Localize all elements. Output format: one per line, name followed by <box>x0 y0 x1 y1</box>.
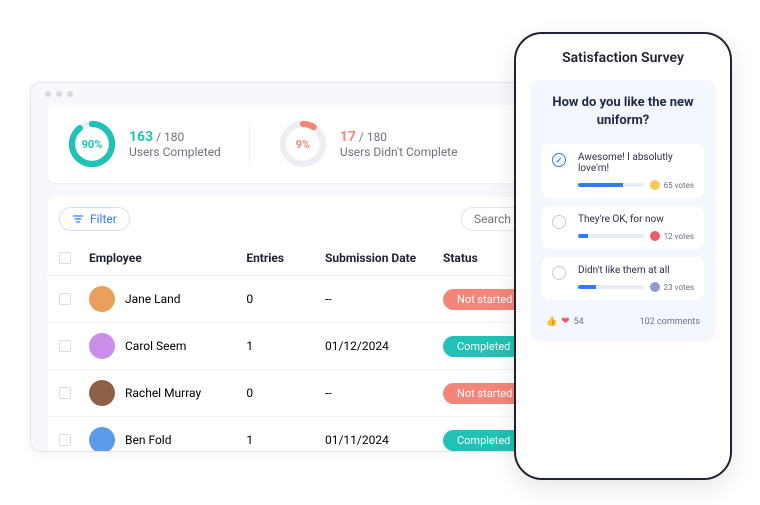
select-all-checkbox[interactable] <box>59 252 71 264</box>
row-checkbox[interactable] <box>59 293 71 305</box>
vote-count: 23 votes <box>664 283 694 292</box>
stat-text: 163 / 180 Users Completed <box>129 129 221 159</box>
window-dot <box>56 91 62 97</box>
avatar <box>89 333 115 359</box>
stat-count: 163 <box>129 129 153 145</box>
thumbs-up-icon: 👍 <box>546 317 557 327</box>
table-header: Employee Entries Submission Date Status <box>47 241 573 276</box>
stat-label: Users Completed <box>129 145 221 159</box>
vote-avatar-icon <box>650 231 660 241</box>
row-checkbox[interactable] <box>59 434 71 446</box>
entries-cell: 1 <box>246 433 325 447</box>
vote-count: 65 votes <box>664 181 694 190</box>
phone-title: Satisfaction Survey <box>530 50 716 66</box>
gauge-percent: 90% <box>67 119 117 169</box>
status-badge: Completed <box>443 430 524 451</box>
option-text: Didn't like them at all <box>578 265 694 276</box>
date-cell: 01/11/2024 <box>325 433 443 447</box>
window-title-bar <box>31 83 589 105</box>
stat-completed: 90% 163 / 180 Users Completed <box>67 119 221 169</box>
stat-text: 17 / 180 Users Didn't Complete <box>340 129 458 159</box>
comments-link[interactable]: 102 comments <box>640 317 700 327</box>
employee-name: Rachel Murray <box>125 386 201 400</box>
radio[interactable] <box>552 153 566 167</box>
date-cell: 01/12/2024 <box>325 339 443 353</box>
entries-cell: 0 <box>246 292 325 306</box>
option-text: They're OK, for now <box>578 214 694 225</box>
table-row[interactable]: Jane Land 0 -- Not started <box>47 276 573 323</box>
filter-icon <box>72 213 84 225</box>
radio[interactable] <box>552 266 566 280</box>
date-cell: -- <box>325 292 443 306</box>
heart-icon: ❤ <box>561 316 569 327</box>
avatar <box>89 286 115 312</box>
row-checkbox[interactable] <box>59 340 71 352</box>
option-text: Awesome! I absolutly love'm! <box>578 152 694 174</box>
vote-count: 12 votes <box>664 232 694 241</box>
divider <box>249 122 250 166</box>
stat-count: 17 <box>340 129 356 145</box>
employee-cell: Ben Fold <box>89 427 246 452</box>
vote-avatar-icon <box>650 282 660 292</box>
radio[interactable] <box>552 215 566 229</box>
survey-option[interactable]: Didn't like them at all 23 votes <box>542 257 704 300</box>
survey-footer: 👍 ❤ 54 102 comments <box>542 308 704 327</box>
phone-frame: Satisfaction Survey How do you like the … <box>514 32 732 480</box>
survey-card: How do you like the new uniform? Awesome… <box>530 80 716 341</box>
gauge-percent: 9% <box>278 119 328 169</box>
gauge-completed: 90% <box>67 119 117 169</box>
status-badge: Completed <box>443 336 524 357</box>
vote-bar <box>578 183 644 187</box>
col-employee: Employee <box>89 251 246 265</box>
vote-bar <box>578 234 644 238</box>
employee-name: Ben Fold <box>125 433 171 447</box>
stat-total: / 180 <box>156 130 184 144</box>
table-row[interactable]: Carol Seem 1 01/12/2024 Completed <box>47 323 573 370</box>
stat-label: Users Didn't Complete <box>340 145 458 159</box>
like-count: 54 <box>574 317 584 327</box>
entries-cell: 1 <box>246 339 325 353</box>
stats-card: 90% 163 / 180 Users Completed 9% <box>47 105 573 183</box>
row-checkbox[interactable] <box>59 387 71 399</box>
entries-cell: 0 <box>246 386 325 400</box>
table-card: Filter Employee Entries Submission Date … <box>47 197 573 452</box>
date-cell: -- <box>325 386 443 400</box>
table-row[interactable]: Rachel Murray 0 -- Not started <box>47 370 573 417</box>
window-dot <box>45 91 51 97</box>
employee-name: Jane Land <box>125 292 181 306</box>
survey-option[interactable]: Awesome! I absolutly love'm! 65 votes <box>542 144 704 198</box>
col-entries: Entries <box>246 251 325 265</box>
stat-total: / 180 <box>359 130 387 144</box>
vote-avatar-icon <box>650 180 660 190</box>
employee-cell: Rachel Murray <box>89 380 246 406</box>
avatar <box>89 427 115 452</box>
avatar <box>89 380 115 406</box>
col-date: Submission Date <box>325 251 443 265</box>
browser-window: 90% 163 / 180 Users Completed 9% <box>30 82 590 452</box>
survey-question: How do you like the new uniform? <box>542 94 704 130</box>
table-row[interactable]: Ben Fold 1 01/11/2024 Completed <box>47 417 573 452</box>
filter-button[interactable]: Filter <box>59 207 130 231</box>
employee-cell: Jane Land <box>89 286 246 312</box>
gauge-not-completed: 9% <box>278 119 328 169</box>
employee-name: Carol Seem <box>125 339 186 353</box>
vote-bar <box>578 285 644 289</box>
employee-cell: Carol Seem <box>89 333 246 359</box>
filter-label: Filter <box>90 212 117 226</box>
stat-not-completed: 9% 17 / 180 Users Didn't Complete <box>278 119 458 169</box>
likes[interactable]: 👍 ❤ 54 <box>546 316 584 327</box>
survey-option[interactable]: They're OK, for now 12 votes <box>542 206 704 249</box>
window-dot <box>67 91 73 97</box>
table-toolbar: Filter <box>47 197 573 241</box>
